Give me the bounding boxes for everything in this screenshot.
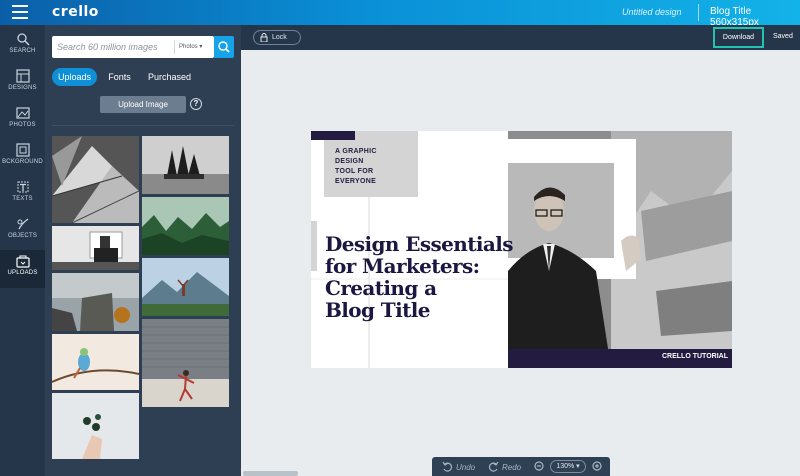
tagline-line: TOOL FOR <box>335 168 374 175</box>
lock-icon <box>260 33 268 42</box>
redo-button[interactable]: Redo <box>502 463 521 472</box>
rail-item-photos[interactable]: PHOTOS <box>0 102 45 139</box>
forest-thumbnail <box>142 197 229 255</box>
upload-thumbnail[interactable] <box>52 393 139 459</box>
upload-thumbnail[interactable] <box>142 319 229 407</box>
zoom-out-icon[interactable] <box>534 461 545 472</box>
rail-item-label: PHOTOS <box>9 122 36 128</box>
rail-item-label: BCKGROUND <box>2 159 43 165</box>
zoom-in-icon[interactable] <box>592 461 603 472</box>
search-button[interactable] <box>214 36 234 58</box>
bird-thumbnail <box>52 334 139 390</box>
design-canvas[interactable]: A GRAPHIC DESIGN TOOL FOR EVERYONE Desig… <box>311 131 732 368</box>
runner-thumbnail <box>142 319 229 407</box>
tab-purchased[interactable]: Purchased <box>142 68 197 86</box>
rail-item-label: TEXTS <box>12 196 33 202</box>
island-thumbnail <box>142 136 229 194</box>
design-badge[interactable]: CRELLO TUTORIAL <box>662 353 728 360</box>
search-icon <box>16 33 30 46</box>
undo-icon <box>442 461 453 472</box>
upload-thumbnail[interactable] <box>142 258 229 316</box>
leaves-thumbnail <box>52 136 139 223</box>
upload-image-button[interactable]: Upload Image <box>100 96 186 113</box>
rail-item-label: OBJECTS <box>7 233 38 239</box>
zoom-bar: Undo Redo 130% ▾ <box>432 457 610 476</box>
upload-thumbnail[interactable] <box>142 136 229 194</box>
design-headline[interactable]: Design Essentials for Marketers: Creatin… <box>325 232 514 322</box>
lock-label: Lock <box>272 34 287 41</box>
chevron-down-icon: ▾ <box>576 463 580 470</box>
tagline-line: EVERYONE <box>335 178 377 185</box>
undo-button[interactable]: Undo <box>456 463 475 472</box>
rail-item-texts[interactable]: TEXTS <box>0 176 45 213</box>
divider <box>698 4 699 21</box>
tab-fonts[interactable]: Fonts <box>102 68 137 86</box>
top-bar: crello Untitled design Blog Title 560x31… <box>0 0 800 28</box>
filter-label: Photos <box>179 44 198 50</box>
upload-thumbnail[interactable] <box>52 136 139 223</box>
upload-thumbnail[interactable] <box>52 334 139 390</box>
tab-uploads[interactable]: Uploads <box>52 68 97 86</box>
document-title[interactable]: Untitled design <box>622 7 682 17</box>
upload-thumbnail[interactable] <box>52 273 139 331</box>
panel-scrollbar[interactable] <box>243 471 298 476</box>
rail-item-designs[interactable]: DESIGNS <box>0 65 45 102</box>
headline-line: Blog Title <box>325 298 430 322</box>
text-icon <box>17 181 28 193</box>
headline-line: for Marketers: <box>325 254 480 278</box>
portrait-thumbnail <box>52 226 139 270</box>
layout-icon <box>15 69 30 83</box>
rail-item-label: UPLOADS <box>7 270 38 276</box>
rail-item-label: DESIGNS <box>8 85 37 91</box>
rail-item-background[interactable]: BCKGROUND <box>0 139 45 176</box>
search-icon <box>218 41 230 53</box>
uploads-panel: Photos ▾ Uploads Fonts Purchased Upload … <box>45 25 241 476</box>
rail-item-label: SEARCH <box>9 48 36 54</box>
uploads-icon <box>15 255 30 268</box>
objects-icon <box>17 218 28 230</box>
headline-line: Design Essentials <box>325 232 514 256</box>
photo-icon <box>15 107 30 119</box>
lock-button[interactable]: Lock <box>253 30 301 45</box>
editor-toolbar: Lock Download Saved <box>241 25 800 50</box>
rail-item-objects[interactable]: OBJECTS <box>0 213 45 250</box>
help-icon[interactable]: ? <box>190 98 202 110</box>
download-button[interactable]: Download <box>713 27 764 48</box>
background-icon <box>15 143 30 157</box>
mountain-thumbnail <box>142 258 229 316</box>
search-box: Photos ▾ <box>52 36 214 58</box>
upload-thumbnail[interactable] <box>52 226 139 270</box>
chevron-down-icon: ▾ <box>199 44 203 50</box>
panel-divider <box>52 125 234 126</box>
headline-line: Creating a <box>325 276 437 300</box>
tagline-line: DESIGN <box>335 158 364 165</box>
save-status: Saved <box>773 33 793 40</box>
zoom-level: 130% <box>556 463 575 470</box>
search-filter-dropdown[interactable]: Photos ▾ <box>174 40 202 54</box>
left-rail: SEARCH DESIGNS PHOTOS BCKGROUND TEXTS OB… <box>0 25 45 476</box>
zoom-level-dropdown[interactable]: 130% ▾ <box>550 460 586 473</box>
redo-icon <box>488 461 499 472</box>
cliff-thumbnail <box>52 273 139 331</box>
rail-item-search[interactable]: SEARCH <box>0 28 45 65</box>
hand-plant-thumbnail <box>52 393 139 459</box>
tagline-line: A GRAPHIC <box>335 148 377 155</box>
design-tagline[interactable]: A GRAPHIC DESIGN TOOL FOR EVERYONE <box>335 147 377 187</box>
upload-thumbnail[interactable] <box>142 197 229 255</box>
search-input[interactable] <box>57 39 172 55</box>
app-logo[interactable]: crello <box>52 4 99 20</box>
rail-item-uploads[interactable]: UPLOADS <box>0 250 45 288</box>
menu-icon[interactable] <box>12 5 28 19</box>
